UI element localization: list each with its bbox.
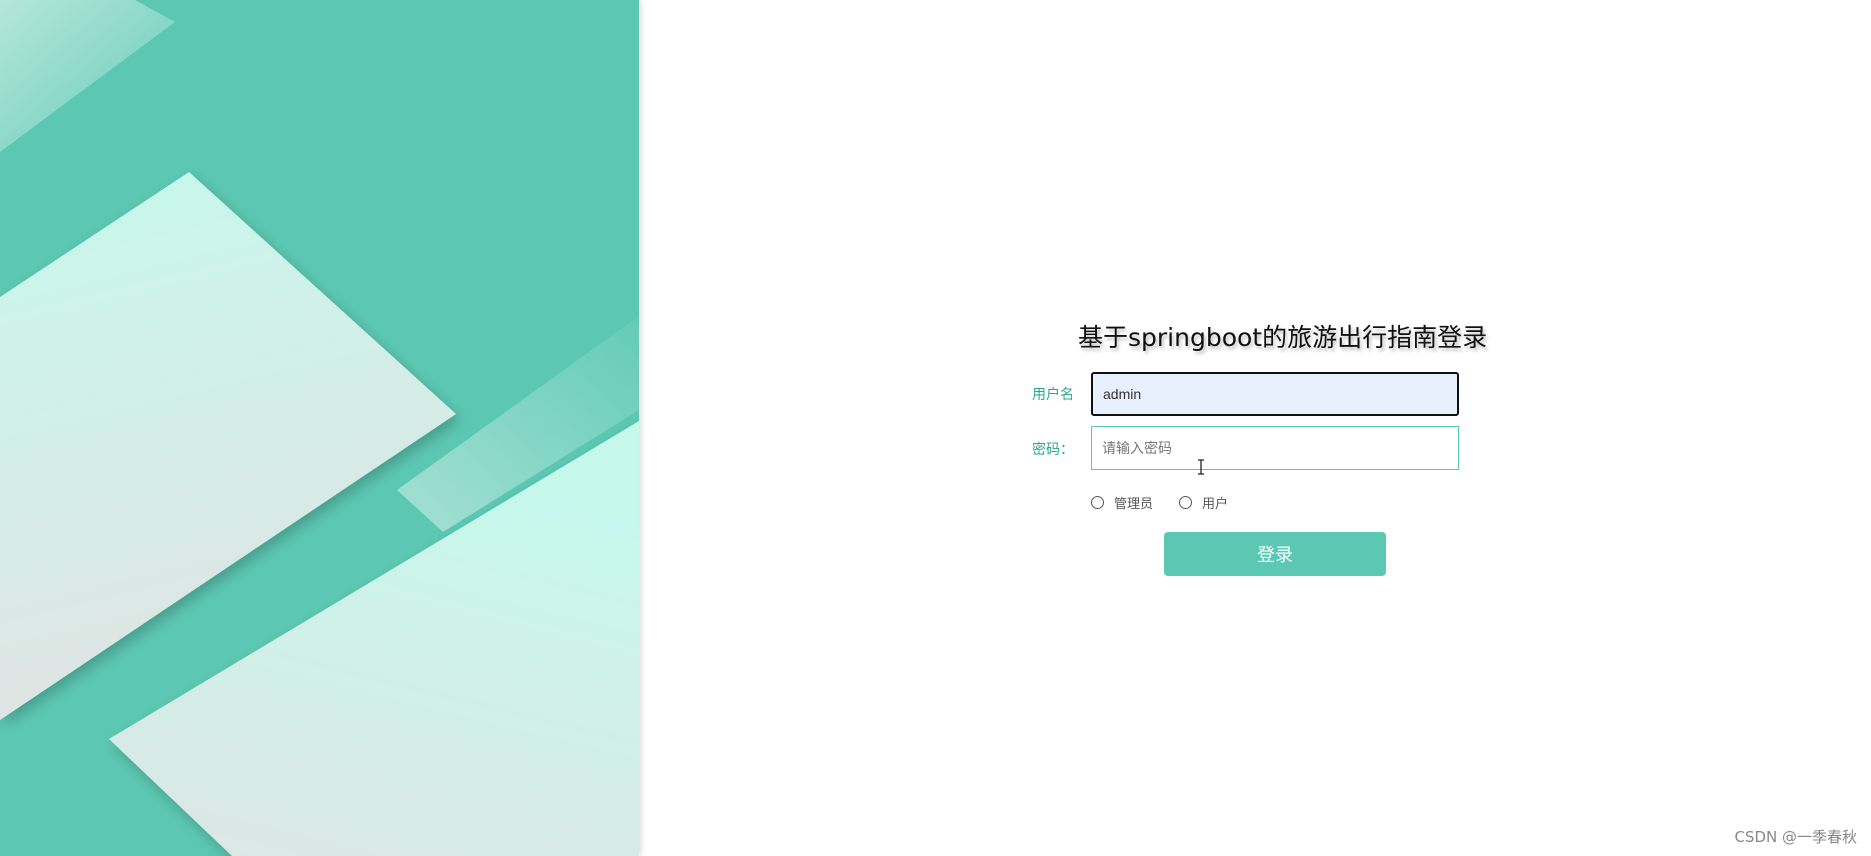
password-input[interactable] — [1091, 426, 1459, 470]
watermark: CSDN @一季春秋 — [1734, 828, 1857, 846]
text-cursor-icon — [1198, 459, 1204, 475]
password-label: 密码： — [1032, 442, 1074, 458]
login-page: 基于springboot的旅游出行指南登录 用户名 密码： 管理员 用户 登录 … — [0, 0, 1871, 856]
role-radio-group: 管理员 用户 — [1091, 492, 1254, 512]
decorative-background-panel — [0, 0, 639, 856]
radio-circle-icon[interactable] — [1091, 495, 1104, 509]
translucent-strip-top — [0, 0, 175, 152]
username-label: 用户名 — [1032, 387, 1074, 403]
login-form: 基于springboot的旅游出行指南登录 用户名 密码： 管理员 用户 登录 — [1000, 318, 1520, 588]
geometric-background-art — [0, 0, 639, 856]
role-option-label: 管理员 — [1114, 496, 1154, 512]
role-option-admin[interactable]: 管理员 — [1091, 493, 1153, 512]
role-option-user[interactable]: 用户 — [1179, 493, 1228, 512]
login-button[interactable]: 登录 — [1164, 532, 1386, 576]
role-option-label: 用户 — [1202, 496, 1229, 512]
radio-circle-icon[interactable] — [1179, 495, 1193, 509]
username-input[interactable] — [1091, 372, 1459, 416]
page-title: 基于springboot的旅游出行指南登录 — [1078, 323, 1488, 352]
